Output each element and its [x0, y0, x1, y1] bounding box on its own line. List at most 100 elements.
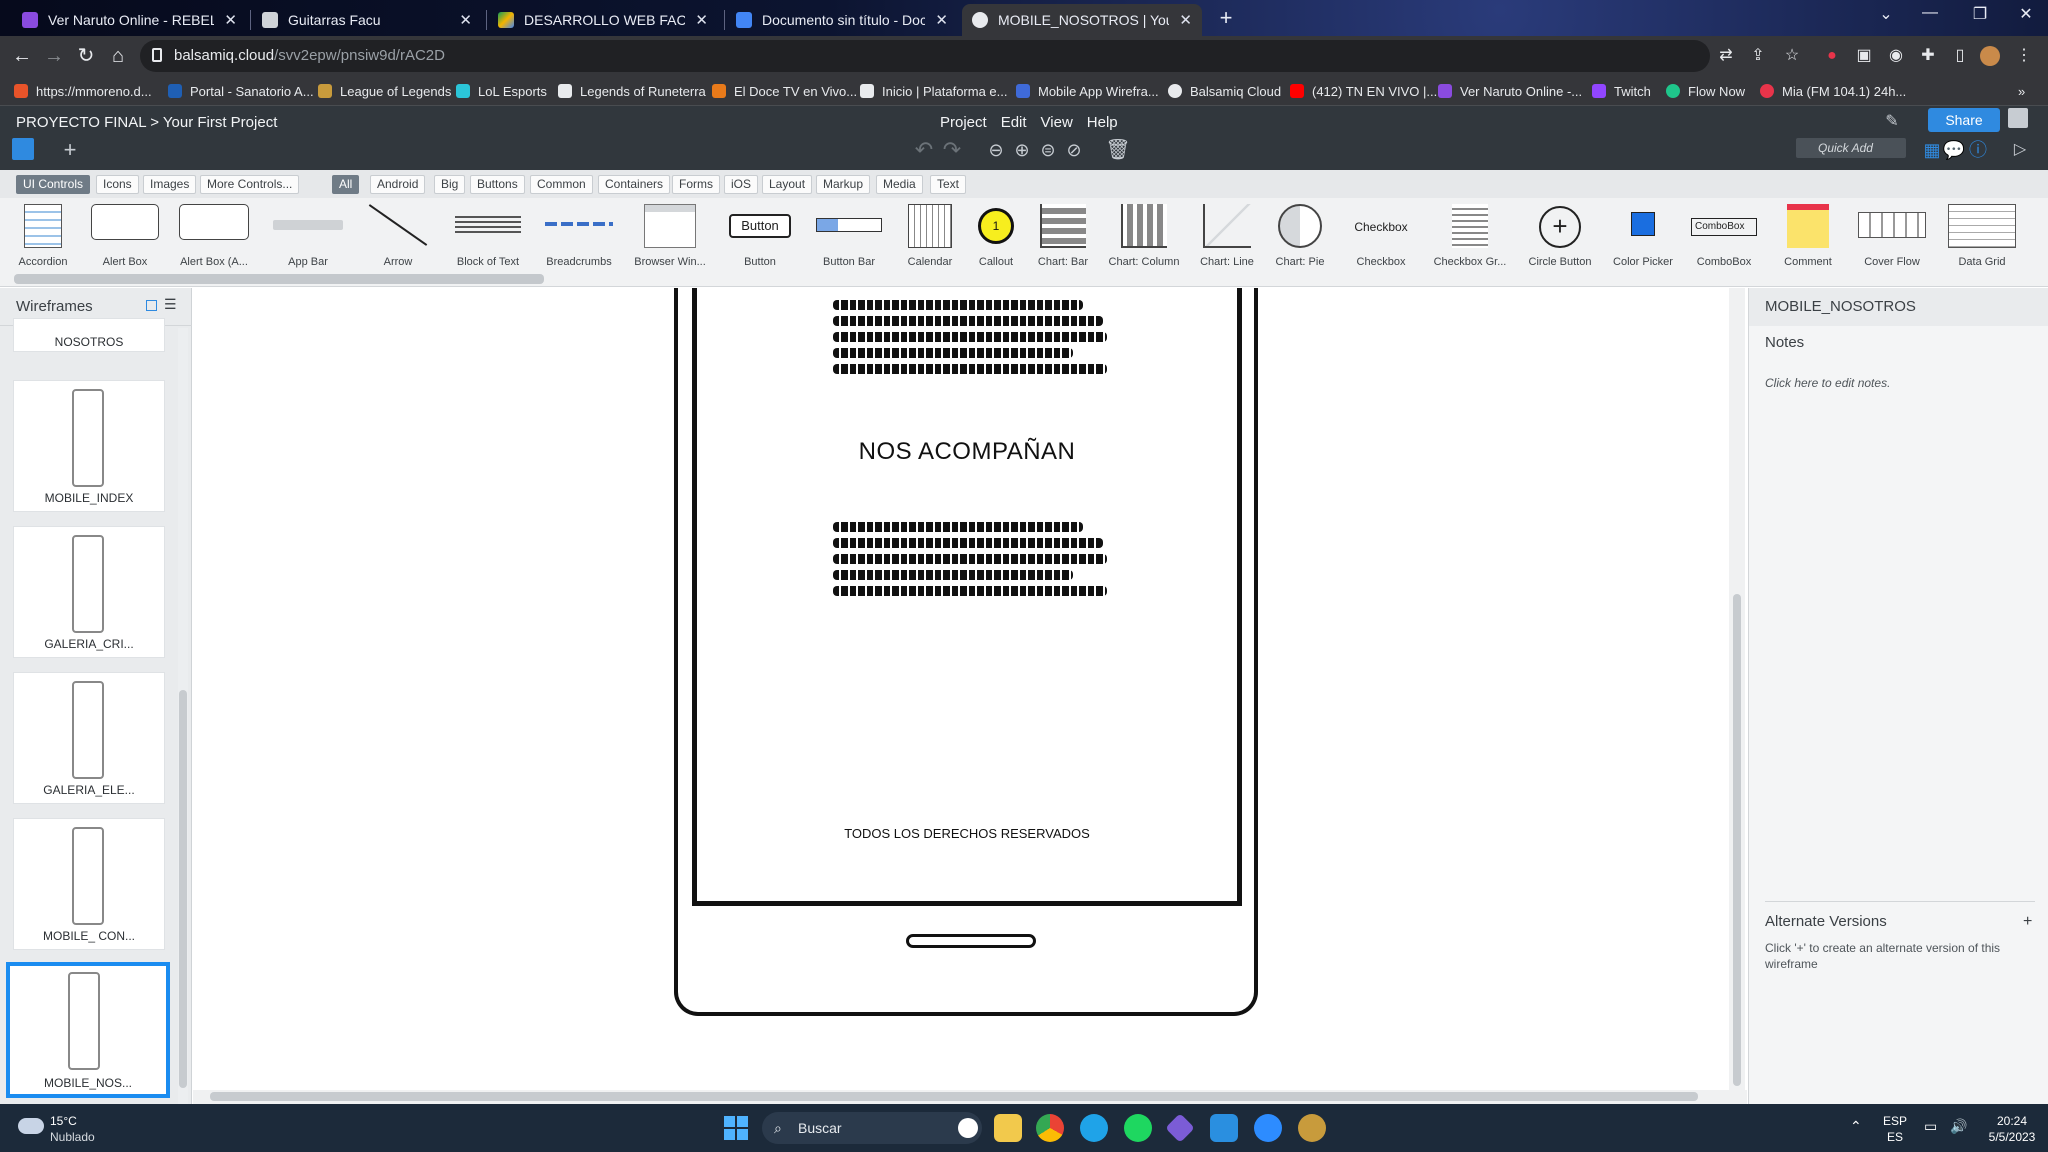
category-all[interactable]: All [332, 175, 360, 194]
zoom-actual-icon[interactable]: ⊘ [1060, 136, 1088, 164]
clock-date[interactable]: 5/5/2023 [1986, 1130, 2038, 1144]
tab-drive[interactable]: DESARROLLO WEB FACU - Goog ✕ [488, 4, 718, 36]
category-media[interactable]: Media [876, 175, 923, 194]
breadcrumb-file[interactable]: Your First Project [163, 114, 278, 131]
menu-help[interactable]: Help [1087, 114, 1118, 131]
list-view-icon[interactable]: ☰ [164, 296, 177, 313]
wireframe-card[interactable]: MOBILE_ CON... [13, 818, 165, 950]
bookmark-item[interactable]: Mobile App Wirefra... [1016, 82, 1159, 100]
control-data-grid[interactable]: Data Grid [1940, 202, 2024, 272]
info-icon[interactable]: ⓘ [1964, 136, 1992, 164]
bookmark-item[interactable]: Mia (FM 104.1) 24h... [1760, 82, 1906, 100]
wireframe-canvas[interactable]: NOS ACOMPAÑAN TODOS LOS DERECHOS RESERVA… [193, 288, 1747, 1090]
cloud-icon[interactable] [18, 1118, 44, 1134]
control-block-of-text[interactable]: Block of Text [448, 202, 528, 272]
wireframe-card[interactable]: MOBILE_INDEX [13, 380, 165, 512]
language-indicator[interactable]: ESP [1880, 1114, 1910, 1128]
reload-icon[interactable]: ↻ [72, 42, 100, 70]
network-icon[interactable]: ▭ [1924, 1118, 1937, 1135]
tab-more-controls[interactable]: More Controls... [200, 175, 300, 194]
control-button-bar[interactable]: Button Bar [806, 202, 892, 272]
weather-description[interactable]: Nublado [50, 1130, 95, 1144]
wireframe-card[interactable]: GALERIA_CRI... [13, 526, 165, 658]
clock-time[interactable]: 20:24 [1986, 1114, 2038, 1128]
control-breadcrumbs[interactable]: Breadcrumbs [538, 202, 620, 272]
add-alternate-version-button[interactable]: + [2023, 913, 2032, 931]
browser-menu-icon[interactable]: ⋮ [2012, 44, 2036, 68]
tab-balsamiq[interactable]: MOBILE_NOSOTROS | Your First P ✕ [962, 4, 1202, 36]
category-big[interactable]: Big [434, 175, 466, 194]
control-chart-pie[interactable]: Chart: Pie [1268, 202, 1332, 272]
canvas-vertical-scrollbar[interactable] [1733, 594, 1741, 1086]
redo-icon[interactable]: ↷ [938, 136, 966, 164]
notes-field[interactable]: Click here to edit notes. [1765, 376, 1890, 390]
tab-images[interactable]: Images [143, 175, 197, 194]
bookmark-item[interactable]: LoL Esports [456, 82, 547, 100]
control-circle-button[interactable]: + Circle Button [1518, 202, 1602, 272]
bing-icon[interactable] [958, 1118, 978, 1138]
category-forms[interactable]: Forms [672, 175, 720, 194]
zoom-out-icon[interactable]: ⊖ [982, 136, 1010, 164]
close-window-button[interactable]: ✕ [2006, 4, 2046, 24]
wireframe-card[interactable]: GALERIA_ELE... [13, 672, 165, 804]
control-checkbox-group[interactable]: Checkbox Gr... [1430, 202, 1510, 272]
profile-avatar[interactable] [1980, 46, 2000, 66]
close-icon[interactable]: ✕ [1179, 11, 1192, 29]
league-client-icon[interactable] [1298, 1114, 1326, 1142]
category-text[interactable]: Text [930, 175, 967, 194]
chevron-up-icon[interactable]: ⌃ [1850, 1118, 1862, 1135]
undo-icon[interactable]: ↶ [910, 136, 938, 164]
section-heading[interactable]: NOS ACOMPAÑAN [697, 438, 1237, 466]
control-cover-flow[interactable]: Cover Flow [1852, 202, 1932, 272]
control-chart-line[interactable]: Chart: Line [1192, 202, 1262, 272]
bookmark-item[interactable]: Balsamiq Cloud [1168, 82, 1281, 100]
file-explorer-icon[interactable] [994, 1114, 1022, 1142]
spotify-icon[interactable] [1124, 1114, 1152, 1142]
more-bookmarks-icon[interactable]: » [2018, 82, 2025, 100]
new-tab-button[interactable]: + [1214, 6, 1238, 30]
bookmark-item[interactable]: Ver Naruto Online -... [1438, 82, 1582, 100]
control-arrow[interactable]: Arrow [358, 202, 438, 272]
forward-arrow-icon[interactable]: → [40, 42, 68, 70]
controls-scrollbar[interactable] [14, 274, 544, 284]
trash-icon[interactable]: 🗑 [1104, 136, 1132, 164]
tab-naruto[interactable]: Ver Naruto Online - REBELISPLUS ✕ [12, 4, 247, 36]
mobile-device-frame[interactable]: NOS ACOMPAÑAN TODOS LOS DERECHOS RESERVA… [674, 288, 1258, 1016]
share-page-icon[interactable]: ⇪ [1746, 44, 1770, 68]
control-button[interactable]: Button Button [722, 202, 798, 272]
tab-docs[interactable]: Documento sin título - Documen ✕ [726, 4, 958, 36]
control-chart-bar[interactable]: Chart: Bar [1032, 202, 1094, 272]
menu-view[interactable]: View [1041, 114, 1073, 131]
canvas-horizontal-scrollbar[interactable] [210, 1092, 1698, 1101]
back-arrow-icon[interactable]: ← [8, 42, 36, 70]
category-buttons[interactable]: Buttons [470, 175, 525, 194]
control-combobox[interactable]: ComboBox ComboBox [1686, 202, 1762, 272]
address-bar[interactable]: balsamiq.cloud/svv2epw/pnsiw9d/rAC2D [140, 40, 1710, 72]
control-chart-column[interactable]: Chart: Column [1104, 202, 1184, 272]
extension-red-icon[interactable]: ● [1820, 44, 1844, 68]
control-app-bar[interactable]: App Bar [268, 202, 348, 272]
share-button[interactable]: Share [1928, 108, 2000, 132]
bookmark-item[interactable]: Legends of Runeterra [558, 82, 706, 100]
app-diamond-icon[interactable] [1165, 1113, 1195, 1143]
control-comment[interactable]: Comment [1770, 202, 1846, 272]
category-markup[interactable]: Markup [816, 175, 871, 194]
control-accordion[interactable]: Accordion [8, 202, 78, 272]
category-common[interactable]: Common [530, 175, 593, 194]
tab-guitarras[interactable]: Guitarras Facu ✕ [252, 4, 482, 36]
zoom-in-icon[interactable]: ⊕ [1008, 136, 1036, 164]
language-indicator-sub[interactable]: ES [1880, 1130, 1910, 1144]
quick-add-input[interactable]: Quick Add [1796, 138, 1906, 158]
tab-ui-controls[interactable]: UI Controls [16, 175, 91, 194]
bookmark-item[interactable]: Inicio | Plataforma e... [860, 82, 1008, 100]
volume-icon[interactable]: 🔊 [1950, 1118, 1967, 1135]
category-containers[interactable]: Containers [598, 175, 671, 194]
bookmark-item[interactable]: (412) TN EN VIVO |... [1290, 82, 1437, 100]
extension-box-icon[interactable]: ▣ [1852, 44, 1876, 68]
control-color-picker[interactable]: Color Picker [1608, 202, 1678, 272]
present-icon[interactable]: ▷ [2006, 136, 2034, 164]
chrome-icon[interactable] [1036, 1114, 1064, 1142]
vscode-icon[interactable] [1210, 1114, 1238, 1142]
footer-text[interactable]: TODOS LOS DERECHOS RESERVADOS [697, 826, 1237, 841]
wireframes-scrollbar[interactable] [179, 690, 187, 1088]
